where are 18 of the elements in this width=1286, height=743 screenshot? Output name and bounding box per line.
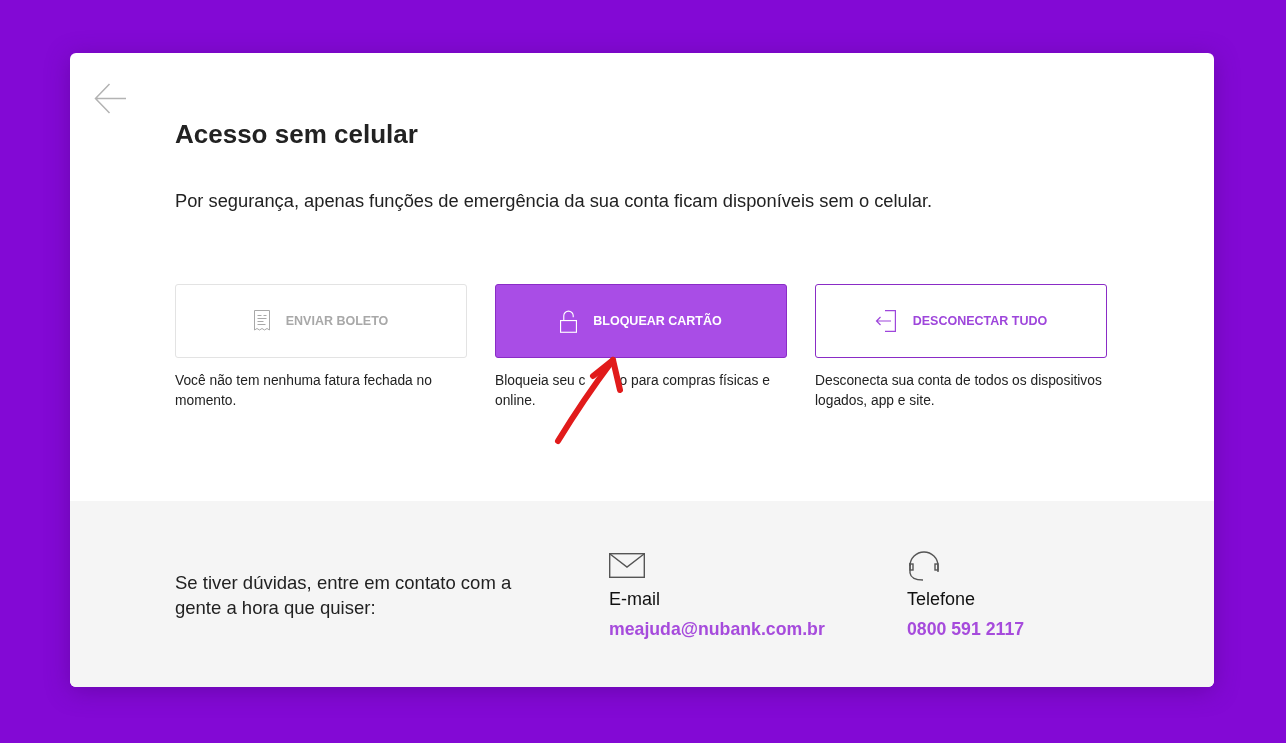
back-arrow-icon (94, 83, 126, 114)
phone-link[interactable]: 0800 591 2117 (907, 617, 1025, 641)
action-description: online. (495, 392, 537, 410)
action-description: Desconecta sua conta de todos os dispositivos logados, app e site. (815, 372, 1103, 410)
contact-label: Telefone (907, 588, 976, 611)
padlock-icon (560, 309, 578, 333)
headset-icon (907, 549, 941, 581)
action-button[interactable]: DESCONECTAR TUDO (815, 284, 1107, 358)
logout-icon (874, 310, 897, 332)
back-button[interactable] (94, 83, 126, 114)
action-description: Bloqueia seu c (495, 372, 586, 390)
contact-label: E-mail (609, 588, 660, 611)
contact-prompt: Se tiver dúvidas, entre em contato com a gente a hora que quiser: (175, 571, 513, 620)
intro-text: Por segurança, apenas funções de emergência da sua conta ficam disponíveis sem o celular. (175, 189, 934, 213)
email-link[interactable]: meajuda@nubank.com.br (609, 617, 825, 641)
action-button[interactable]: BLOQUEAR CARTÃO (495, 284, 787, 358)
page-title: Acesso sem celular (175, 118, 419, 150)
envelope-icon (609, 552, 645, 578)
